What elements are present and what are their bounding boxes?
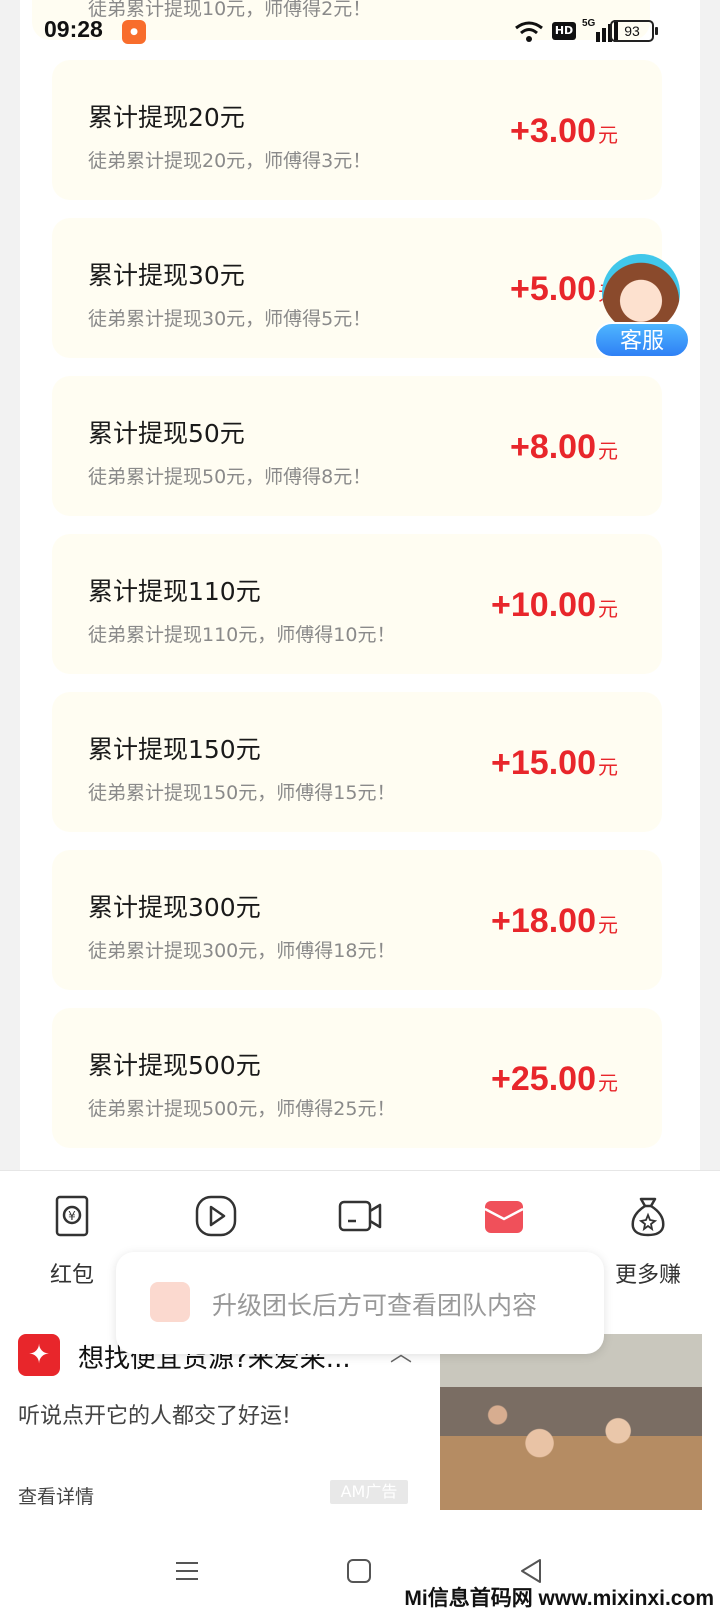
red-envelope-icon: ¥ (55, 1195, 89, 1237)
svg-text:¥: ¥ (68, 1209, 76, 1223)
ad-logo-icon: ✦ (18, 1334, 60, 1376)
reward-amount: +18.00 元 (491, 902, 618, 940)
reward-amount: +15.00 元 (491, 744, 618, 782)
customer-service-button[interactable]: 客服 (594, 254, 694, 360)
reward-amount: +10.00 元 (491, 586, 618, 624)
system-navigation-bar: Mi信息首码网 www.mixinxi.com (0, 1520, 720, 1612)
customer-service-avatar-icon (602, 254, 680, 332)
money-bag-icon (631, 1197, 665, 1237)
reward-desc: 徒弟累计提现500元，师傅得25元！ (88, 1098, 396, 1120)
reward-card: 累计提现150元 徒弟累计提现150元，师傅得15元！ +15.00 元 (52, 692, 662, 832)
reward-title: 累计提现300元 (88, 893, 261, 922)
nav-item-video[interactable] (156, 1193, 276, 1257)
reward-title: 累计提现50元 (88, 419, 245, 448)
watermark: Mi信息首码网 www.mixinxi.com (404, 1587, 714, 1610)
reward-card: 累计提现110元 徒弟累计提现110元，师傅得10元！ +10.00 元 (52, 534, 662, 674)
nav-item-inbox[interactable] (444, 1193, 564, 1257)
reward-card: 累计提现30元 徒弟累计提现30元，师傅得5元！ +5.00元 (52, 218, 662, 358)
status-bar: 09:28 ● HD 5G 93 (0, 0, 720, 62)
inbox-icon (484, 1201, 524, 1233)
reward-card: 累计提现500元 徒弟累计提现500元，师傅得25元！ +25.00 元 (52, 1008, 662, 1148)
reward-title: 累计提现30元 (88, 261, 245, 290)
nav-label: 红包 (49, 1263, 94, 1288)
gift-box-icon (150, 1282, 190, 1322)
wifi-icon (515, 21, 543, 42)
toast-message: 升级团长后方可查看团队内容 (116, 1252, 604, 1354)
reward-desc: 徒弟累计提现20元，师傅得3元！ (88, 150, 372, 172)
reward-title: 累计提现110元 (88, 577, 261, 606)
reward-desc: 徒弟累计提现50元，师傅得8元！ (88, 466, 372, 488)
reward-amount: +25.00 元 (491, 1060, 618, 1098)
nav-item-red-envelope[interactable]: ¥ 红包 (12, 1193, 132, 1289)
reward-desc: 徒弟累计提现150元，师傅得15元！ (88, 782, 396, 804)
reward-card: 累计提现300元 徒弟累计提现300元，师傅得18元！ +18.00 元 (52, 850, 662, 990)
ad-banner[interactable]: ✦ 想找便宜货源?来爱采... ︿ 听说点开它的人都交了好运! 查看详情 AM广… (0, 1330, 720, 1520)
reward-amount: +8.00 元 (509, 428, 618, 466)
reward-desc: 徒弟累计提现110元，师傅得10元！ (88, 624, 396, 646)
customer-service-label: 客服 (594, 322, 690, 358)
reward-desc: 徒弟累计提现30元，师傅得5元！ (88, 308, 372, 330)
play-icon (195, 1195, 237, 1237)
reward-title: 累计提现150元 (88, 735, 261, 764)
ad-description: 听说点开它的人都交了好运! (18, 1404, 291, 1429)
home-icon[interactable] (344, 1556, 374, 1586)
toast-text: 升级团长后方可查看团队内容 (212, 1291, 538, 1320)
ad-view-details-link[interactable]: 查看详情 (18, 1482, 94, 1509)
video-camera-icon (338, 1200, 382, 1232)
network-type: 5G (582, 18, 596, 29)
hd-icon: HD (552, 22, 576, 40)
nav-item-more-earn[interactable]: 更多赚 (588, 1193, 708, 1289)
app-notification-icon: ● (122, 20, 146, 44)
reward-card: 累计提现50元 徒弟累计提现50元，师傅得8元！ +8.00 元 (52, 376, 662, 516)
ad-tag: AM广告 (330, 1480, 408, 1504)
reward-title: 累计提现20元 (88, 103, 245, 132)
nav-label: 更多赚 (614, 1263, 681, 1288)
ad-image[interactable] (440, 1334, 702, 1510)
nav-item-camera[interactable] (300, 1193, 420, 1257)
battery-indicator: 93 (610, 20, 658, 42)
reward-title: 累计提现500元 (88, 1051, 261, 1080)
status-time: 09:28 (44, 16, 103, 42)
reward-card: 累计提现20元 徒弟累计提现20元，师傅得3元！ +3.00 元 (52, 60, 662, 200)
reward-desc: 徒弟累计提现300元，师傅得18元！ (88, 940, 396, 962)
reward-amount: +3.00 元 (509, 112, 618, 150)
menu-icon[interactable] (172, 1556, 202, 1586)
